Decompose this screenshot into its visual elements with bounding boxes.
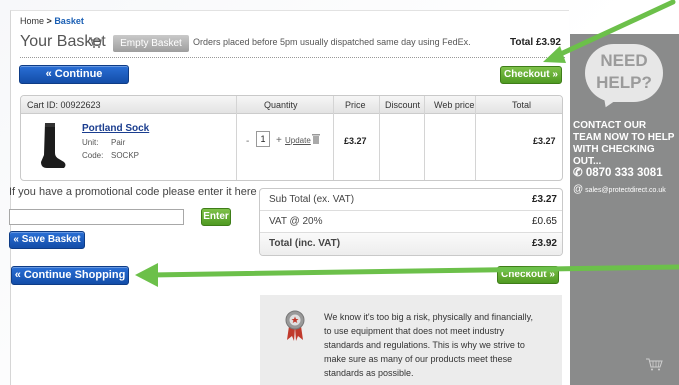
arrow-to-continue-shopping: [135, 263, 679, 287]
arrow-to-checkout: [543, 0, 676, 63]
annotation-arrows: [135, 0, 679, 287]
